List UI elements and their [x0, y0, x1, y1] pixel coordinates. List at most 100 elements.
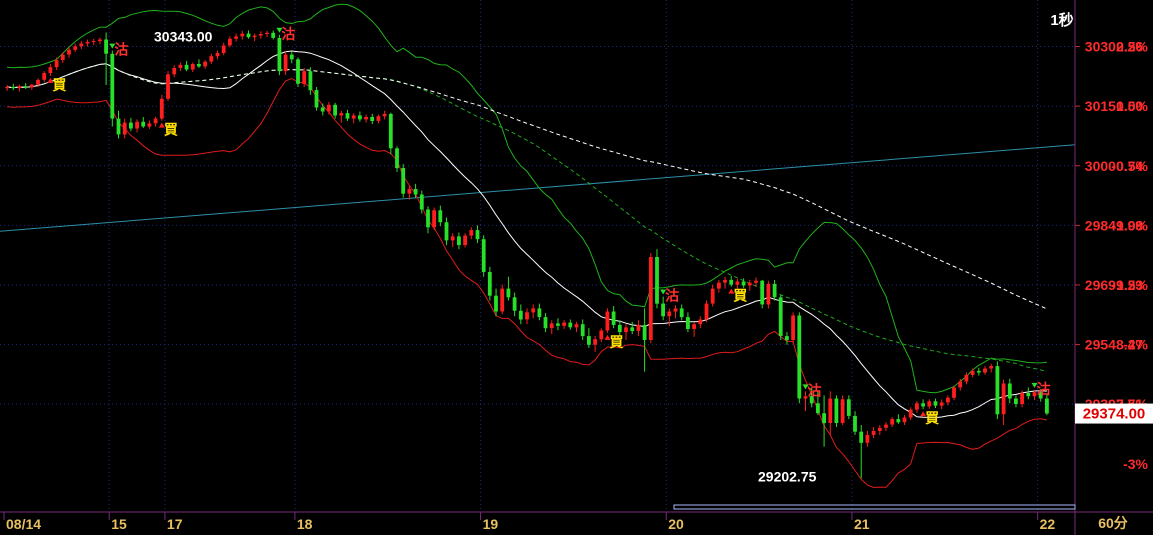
candle-body-73 — [457, 236, 461, 246]
pct-tick-label-5: -2% — [1123, 337, 1148, 353]
candle-body-10 — [67, 49, 71, 55]
date-label-2: 17 — [167, 516, 183, 532]
candle-body-49 — [308, 71, 313, 91]
candle-body-51 — [320, 107, 325, 112]
candle-body-91 — [568, 322, 573, 328]
candle-body-15 — [98, 39, 102, 42]
candle-body-67 — [419, 194, 424, 210]
candle-body-38 — [240, 33, 245, 37]
candle-body-94 — [587, 336, 591, 345]
candle-body-160 — [995, 366, 1000, 415]
candle-body-168 — [1045, 398, 1049, 414]
candle-body-22 — [141, 121, 146, 127]
candle-body-165 — [1026, 393, 1031, 397]
candle-body-117 — [729, 279, 734, 285]
pct-tick-label-1: 0.0% — [1116, 98, 1148, 114]
candle-body-123 — [766, 283, 771, 305]
candle-body-118 — [735, 281, 740, 285]
candle-body-143 — [890, 419, 895, 425]
candle-body-135 — [840, 399, 845, 423]
candle-body-31 — [197, 64, 201, 67]
candle-body-79 — [494, 295, 498, 312]
buy-signal-4: 買 — [609, 334, 624, 350]
interval-label[interactable]: 1秒 — [1050, 11, 1073, 29]
candle-body-84 — [525, 312, 529, 320]
candle-body-88 — [549, 323, 554, 329]
candle-body-134 — [834, 398, 839, 423]
candle-body-36 — [228, 38, 232, 46]
candle-body-60 — [376, 116, 381, 121]
candle-body-152 — [946, 397, 950, 403]
candle-body-153 — [952, 387, 956, 398]
period-label[interactable]: 60分 — [1098, 515, 1128, 531]
candle-body-76 — [475, 230, 480, 240]
candle-body-150 — [933, 401, 938, 406]
pct-tick-label-3: -1.0% — [1111, 217, 1148, 233]
candle-body-46 — [289, 54, 294, 60]
candle-body-69 — [432, 210, 436, 228]
candle-body-61 — [382, 113, 387, 117]
candle-body-86 — [537, 308, 542, 318]
candle-body-85 — [531, 308, 536, 313]
candle-body-119 — [741, 281, 746, 286]
candle-body-98 — [611, 311, 616, 325]
candle-body-24 — [153, 118, 158, 124]
candle-body-9 — [60, 54, 65, 61]
candle-body-53 — [333, 104, 337, 116]
candle-body-131 — [816, 403, 820, 414]
candle-body-55 — [345, 113, 350, 119]
candle-body-113 — [704, 303, 709, 320]
candle-body-99 — [617, 325, 622, 333]
candle-body-104 — [648, 257, 653, 340]
buy-signal-6: 買 — [733, 288, 748, 304]
candle-body-154 — [958, 381, 963, 388]
candle-body-78 — [487, 272, 492, 296]
candle-body-3 — [23, 86, 28, 88]
date-label-1: 15 — [111, 516, 127, 532]
date-label-3: 18 — [297, 516, 313, 532]
candle-body-155 — [964, 374, 969, 382]
sell-signal-7: 沽 — [808, 382, 822, 398]
candle-body-75 — [469, 230, 474, 236]
candle-body-57 — [358, 115, 362, 120]
candle-body-33 — [209, 56, 214, 62]
candle-body-138 — [859, 431, 864, 443]
candle-body-126 — [785, 336, 789, 341]
candle-body-50 — [314, 90, 319, 108]
candle-body-58 — [364, 117, 368, 120]
high-price-annotation: 30343.00 — [154, 28, 213, 44]
candle-body-35 — [221, 45, 226, 53]
candle-body-48 — [302, 71, 307, 84]
candle-body-27 — [172, 68, 177, 75]
candle-body-103 — [642, 325, 647, 340]
buy-signal-2: 買 — [164, 122, 179, 138]
candle-body-30 — [190, 64, 195, 70]
candle-body-108 — [673, 308, 678, 312]
date-label-0: 08/14 — [6, 516, 41, 532]
candle-body-68 — [426, 209, 430, 228]
date-label-7: 22 — [1040, 516, 1056, 532]
candle-body-6 — [42, 73, 47, 80]
candle-body-114 — [710, 288, 715, 304]
candle-body-4 — [29, 84, 34, 88]
candle-body-81 — [506, 288, 511, 298]
date-label-4: 19 — [483, 516, 499, 532]
candle-body-162 — [1007, 383, 1012, 399]
candle-body-83 — [518, 310, 523, 320]
candle-body-23 — [147, 123, 152, 127]
candle-body-16 — [104, 39, 108, 54]
candle-body-90 — [562, 322, 566, 326]
candle-body-40 — [252, 35, 257, 38]
candle-body-93 — [580, 324, 585, 337]
candle-body-164 — [1020, 393, 1024, 405]
candle-body-28 — [178, 64, 183, 68]
pct-tick-label-2: -0.5% — [1111, 158, 1148, 174]
candle-body-12 — [79, 43, 84, 47]
sell-signal-3: 沽 — [281, 26, 295, 42]
candle-body-77 — [481, 239, 486, 272]
candle-body-106 — [661, 303, 665, 317]
candle-body-42 — [265, 32, 269, 34]
candle-body-63 — [395, 148, 399, 169]
candle-body-111 — [692, 324, 696, 329]
candle-body-32 — [203, 61, 207, 67]
